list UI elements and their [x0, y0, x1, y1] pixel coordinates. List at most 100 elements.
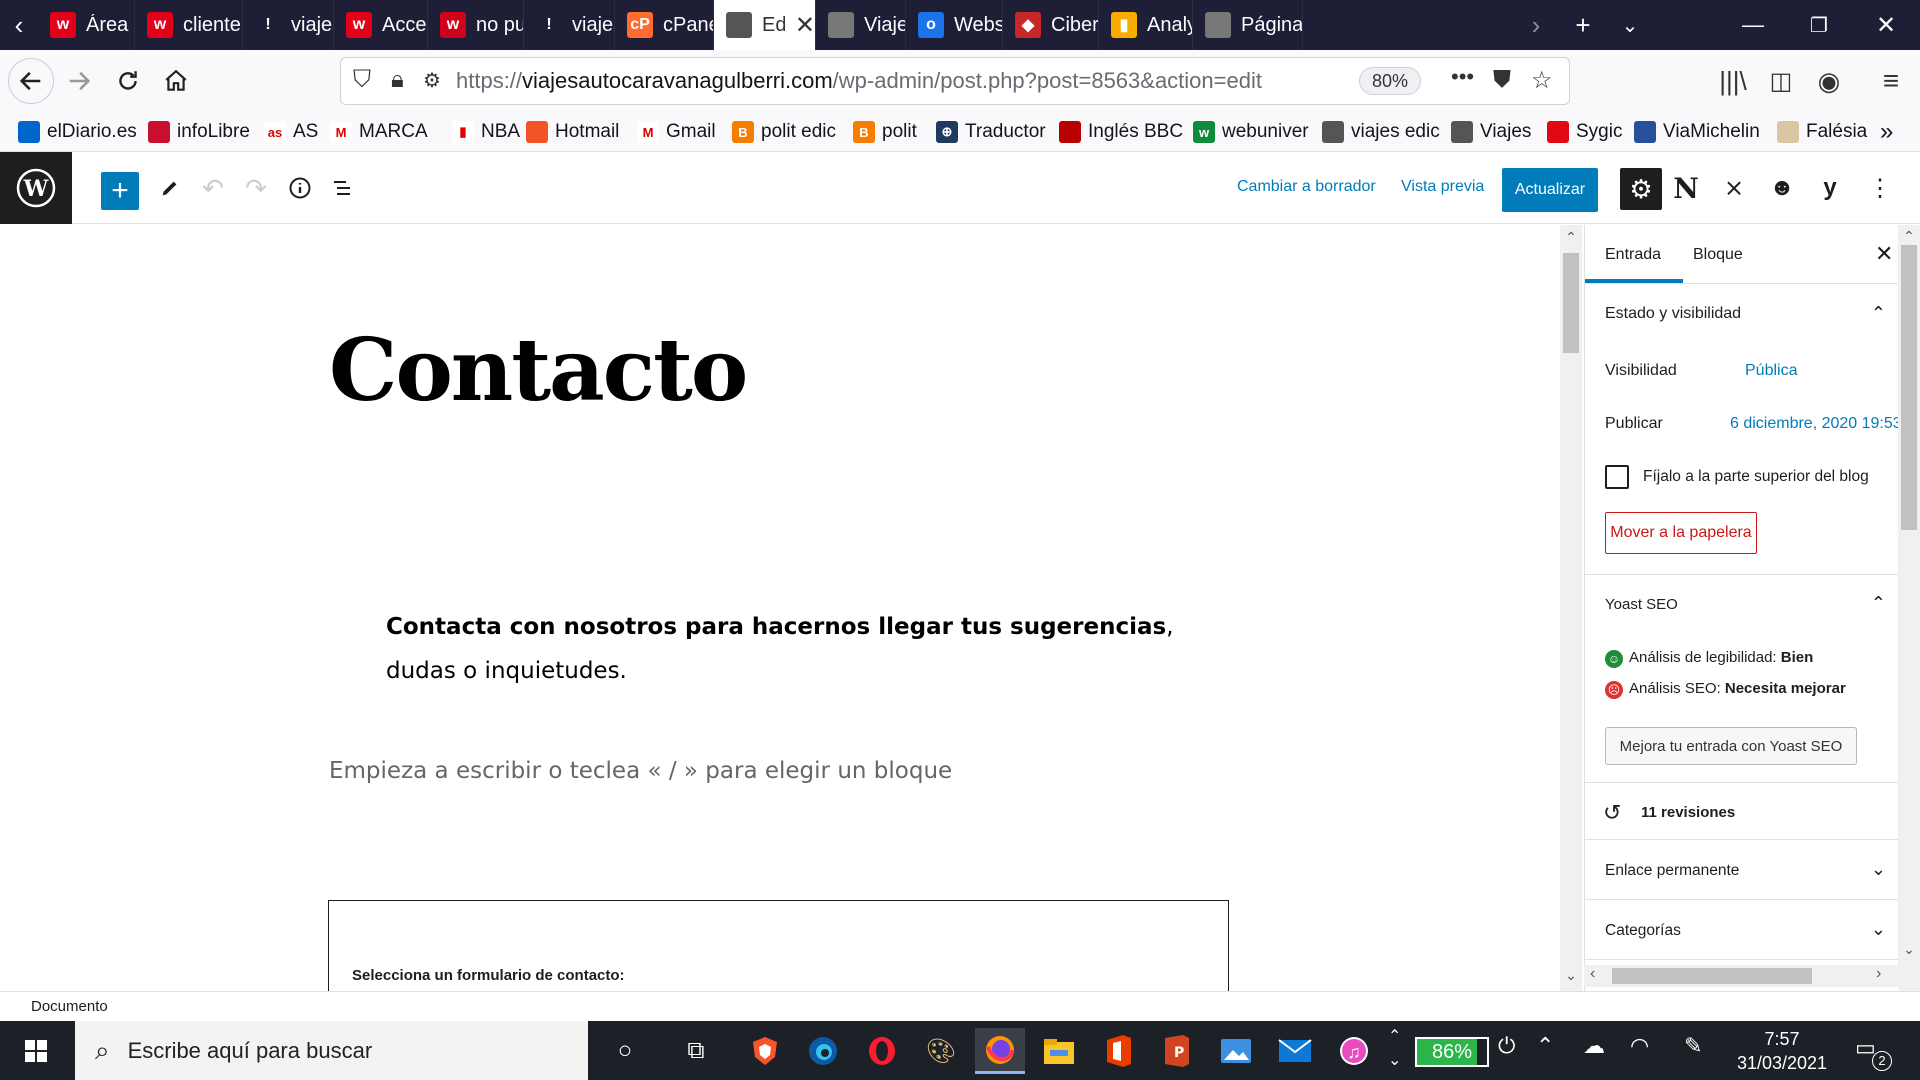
brave-browser-icon[interactable]	[740, 1028, 790, 1074]
edit-pencil-icon[interactable]	[152, 170, 188, 206]
scroll-left-icon[interactable]: ‹	[1590, 965, 1595, 983]
scroll-up-icon[interactable]: ⌃	[1898, 228, 1920, 245]
categories-heading[interactable]: Categorías	[1605, 922, 1681, 940]
visibility-value-link[interactable]: Pública	[1745, 362, 1797, 380]
bookmark-item[interactable]: Hotmail	[526, 118, 619, 146]
sidebar-toggle-icon[interactable]: ◫	[1758, 58, 1804, 104]
page-actions-icon[interactable]: •••	[1451, 64, 1474, 90]
browser-tab[interactable]: ! viajesa	[243, 0, 334, 50]
tab-scroll-left-icon[interactable]: ‹	[0, 0, 38, 50]
yoast-icon[interactable]: y	[1812, 170, 1848, 206]
publish-date-link[interactable]: 6 diciembre, 2020 19:53	[1730, 415, 1900, 433]
close-window-icon[interactable]: ✕	[1852, 0, 1920, 50]
tab-bloque[interactable]: Bloque	[1693, 246, 1743, 264]
browser-tab[interactable]: Edi ✕	[714, 0, 816, 50]
windows-start-icon[interactable]	[0, 1021, 72, 1080]
home-icon[interactable]	[153, 58, 199, 104]
browser-tab[interactable]: w cliente	[135, 0, 243, 50]
photos-app-icon[interactable]	[1211, 1028, 1261, 1074]
back-icon[interactable]	[8, 58, 54, 104]
pen-ink-icon[interactable]: ✎	[1684, 1033, 1702, 1059]
close-sidebar-icon[interactable]: ✕	[1875, 241, 1893, 267]
bookmark-item[interactable]: as AS	[264, 118, 318, 146]
bookmark-item[interactable]: ViaMichelin	[1634, 118, 1760, 146]
task-view-icon[interactable]: ⧉	[671, 1028, 721, 1074]
new-tab-icon[interactable]: +	[1558, 0, 1608, 50]
post-title[interactable]: Contacto	[329, 320, 748, 421]
file-explorer-icon[interactable]	[1034, 1028, 1084, 1074]
bookmark-item[interactable]: Sygic	[1547, 118, 1622, 146]
info-icon[interactable]	[282, 170, 318, 206]
bookmark-item[interactable]: Bpolit	[853, 118, 917, 146]
tray-overflow-icon[interactable]: ⌃ ⌄	[1388, 1025, 1401, 1073]
bookmark-item[interactable]: Inglés BBC	[1059, 118, 1183, 146]
browser-tab[interactable]: ▮ Analyt	[1099, 0, 1193, 50]
mail-icon[interactable]	[1270, 1028, 1320, 1074]
switch-to-draft-link[interactable]: Cambiar a borrador	[1237, 178, 1376, 196]
bookmark-item[interactable]: Bpolit edic	[732, 118, 836, 146]
scrollbar-thumb[interactable]	[1563, 253, 1579, 353]
bookmark-star-icon[interactable]: ☆	[1531, 66, 1553, 95]
scrollbar-thumb[interactable]	[1901, 245, 1917, 530]
browser-tab[interactable]: o Websit	[906, 0, 1003, 50]
browser-tab[interactable]: ! viajesa	[524, 0, 615, 50]
browser-tab[interactable]: w Acceso	[334, 0, 428, 50]
update-button[interactable]: Actualizar	[1502, 168, 1598, 212]
bookmark-item[interactable]: M MARCA	[330, 118, 428, 146]
tab-scroll-right-icon[interactable]: ›	[1518, 0, 1554, 50]
bookmark-item[interactable]: viajes edic	[1322, 118, 1440, 146]
wifi-icon[interactable]: ◠	[1630, 1033, 1649, 1059]
move-to-trash-button[interactable]: Mover a la papelera	[1605, 512, 1757, 554]
onedrive-cloud-icon[interactable]: ☁	[1583, 1033, 1605, 1059]
plugin-bot-icon[interactable]: ☻	[1764, 170, 1800, 206]
lock-icon[interactable]: 🔒︎	[391, 66, 404, 94]
battery-indicator[interactable]: 86%	[1415, 1037, 1489, 1067]
browser-tab[interactable]: cP cPanel	[615, 0, 714, 50]
zoom-badge[interactable]: 80%	[1359, 67, 1422, 95]
bookmark-item[interactable]: M Gmail	[637, 118, 716, 146]
more-options-icon[interactable]: ⋮	[1862, 170, 1898, 206]
paint-icon[interactable]: 🎨︎	[916, 1028, 966, 1074]
add-block-button[interactable]: +	[101, 172, 139, 210]
chevron-down-icon[interactable]: ⌄	[1871, 919, 1886, 940]
minimize-icon[interactable]: —	[1720, 0, 1786, 50]
permissions-icon[interactable]: ⚙	[423, 68, 441, 93]
account-icon[interactable]: ◉	[1806, 58, 1852, 104]
firefox-browser-icon[interactable]	[975, 1028, 1025, 1074]
sidebar-scrollbar[interactable]: ⌃ ⌄	[1898, 225, 1920, 991]
undo-icon[interactable]: ↶	[195, 170, 231, 206]
forward-icon[interactable]	[56, 58, 102, 104]
scroll-right-icon[interactable]: ›	[1876, 965, 1881, 983]
scroll-down-icon[interactable]: ⌄	[1560, 967, 1582, 984]
taskbar-search-box[interactable]: ⌕ Escribe aquí para buscar	[75, 1021, 588, 1080]
menu-icon[interactable]: ≡	[1868, 58, 1914, 104]
browser-tab[interactable]: w Área C	[38, 0, 135, 50]
bookmark-item[interactable]: elDiario.es	[18, 118, 137, 146]
office-icon[interactable]	[1093, 1028, 1143, 1074]
power-plug-icon[interactable]: ⏻	[1498, 1033, 1515, 1059]
paragraph-block[interactable]: Contacta con nosotros para hacernos lleg…	[386, 605, 1176, 693]
permalink-heading[interactable]: Enlace permanente	[1605, 862, 1739, 880]
bookmark-item[interactable]: Falésia	[1777, 118, 1867, 146]
bookmark-item[interactable]: w webuniver	[1193, 118, 1309, 146]
settings-gear-icon[interactable]: ⚙	[1620, 168, 1662, 210]
status-visibility-heading[interactable]: Estado y visibilidad	[1605, 305, 1741, 323]
browser-tab[interactable]: Página	[1193, 0, 1303, 50]
bookmark-item[interactable]: ⊕ Traductor	[936, 118, 1046, 146]
tab-entrada[interactable]: Entrada	[1605, 246, 1661, 264]
block-placeholder[interactable]: Empieza a escribir o teclea « / » para e…	[329, 758, 952, 784]
library-icon[interactable]: |||\	[1710, 58, 1756, 104]
chevron-up-icon[interactable]: ⌃	[1871, 303, 1886, 324]
cortana-icon[interactable]: ○	[600, 1028, 650, 1074]
show-hidden-icons-chevron-icon[interactable]: ⌃	[1536, 1033, 1554, 1059]
tab-list-icon[interactable]: ⌄	[1608, 0, 1652, 50]
pocket-icon[interactable]: ⛊	[1493, 66, 1511, 94]
more-bookmarks-icon[interactable]: »	[1880, 118, 1893, 146]
bookmark-item[interactable]: Viajes	[1451, 118, 1531, 146]
scroll-down-icon[interactable]: ⌄	[1898, 941, 1920, 958]
opera-browser-icon[interactable]	[857, 1028, 907, 1074]
block-breadcrumb[interactable]: Documento	[31, 998, 108, 1015]
sidebar-horizontal-scrollbar[interactable]: ‹ ›	[1584, 965, 1898, 987]
powerpoint-icon[interactable]: P	[1152, 1028, 1202, 1074]
restore-icon[interactable]: ❐	[1786, 0, 1852, 50]
